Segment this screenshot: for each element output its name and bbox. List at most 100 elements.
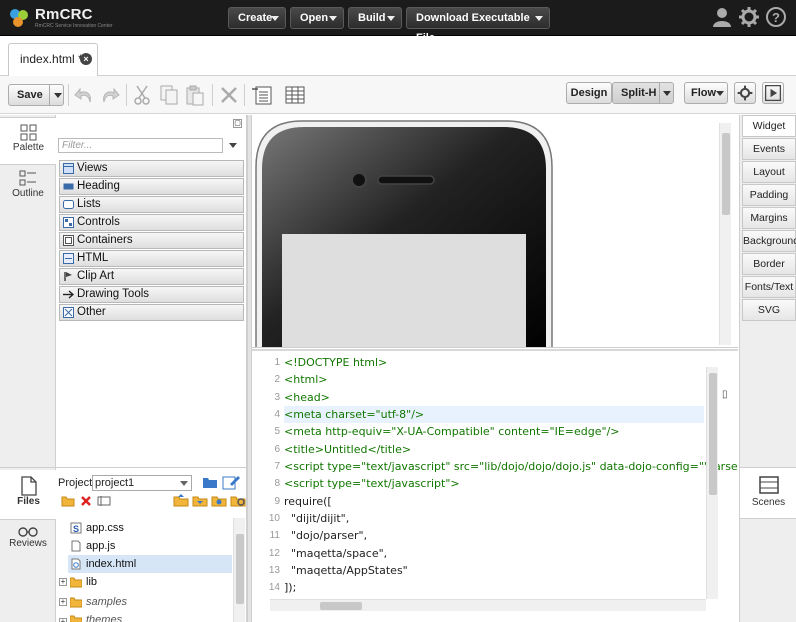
upload-icon[interactable] (173, 493, 189, 507)
tab-layout[interactable]: Layout (742, 161, 796, 183)
tab-svg[interactable]: SVG (742, 299, 796, 321)
tab-border[interactable]: Border (742, 253, 796, 275)
flow-layout-button[interactable]: Flow (684, 82, 728, 104)
user-icon[interactable] (711, 6, 733, 28)
download-executable-menu[interactable]: Download Executable File (406, 7, 550, 44)
preview-button[interactable] (762, 82, 784, 104)
palette-item-views[interactable]: Views (59, 160, 244, 177)
palette-item-other[interactable]: Other (59, 304, 244, 321)
tab-files[interactable]: Files (0, 470, 57, 520)
design-view-button[interactable]: Design (566, 82, 612, 104)
outline-icon (19, 170, 36, 186)
palette-item-heading[interactable]: Heading (59, 178, 244, 195)
scroll-thumb[interactable] (709, 373, 717, 495)
tab-index-html[interactable]: index.html * × (8, 43, 98, 77)
create-menu-label: Create (238, 12, 273, 24)
scroll-thumb[interactable] (722, 133, 730, 215)
paste-icon[interactable] (184, 84, 206, 106)
svg-text:?: ? (772, 10, 780, 25)
insert-list-icon[interactable] (251, 84, 273, 106)
source-editor[interactable]: 1 <!DOCTYPE html> 2 <html> 3 <head> 4 <m… (252, 349, 738, 622)
file-app-js[interactable]: app.js (68, 537, 228, 555)
tab-outline[interactable]: Outline (0, 169, 56, 213)
delete-icon[interactable] (218, 84, 240, 106)
import-icon[interactable] (211, 493, 227, 507)
cut-icon[interactable] (132, 84, 154, 106)
device-screen[interactable] (282, 234, 526, 347)
file-app-css[interactable]: S app.css (68, 519, 228, 537)
new-folder-icon[interactable] (61, 495, 75, 507)
save-button[interactable]: Save (8, 84, 64, 106)
folder-themes[interactable]: themes (68, 611, 228, 622)
palette-icon (20, 124, 36, 141)
project-select[interactable]: project1 (92, 475, 192, 491)
palette-item-clip-art[interactable]: Clip Art (59, 268, 244, 285)
tab-padding[interactable]: Padding (742, 184, 796, 206)
palette-item-controls[interactable]: Controls (59, 214, 244, 231)
tab-margins[interactable]: Margins (742, 207, 796, 229)
scroll-thumb[interactable] (320, 602, 362, 610)
redo-icon[interactable] (98, 84, 120, 106)
chevron-down-icon[interactable] (54, 93, 62, 98)
line-number: 9 (274, 496, 280, 507)
theme-settings-button[interactable] (734, 82, 756, 104)
delete-icon[interactable] (80, 495, 92, 507)
tab-events[interactable]: Events (742, 138, 796, 160)
project-label: Project: (58, 477, 96, 489)
scroll-thumb[interactable] (236, 534, 244, 604)
gear-icon[interactable] (738, 6, 760, 28)
folder-open-icon[interactable] (202, 475, 218, 489)
tab-palette-label: Palette (12, 142, 45, 153)
canvas-scrollbar[interactable] (719, 123, 731, 345)
rename-icon[interactable] (97, 495, 111, 507)
chevron-down-icon (716, 91, 724, 96)
code-vertical-scrollbar[interactable] (706, 367, 718, 599)
palette-item-drawing-tools[interactable]: Drawing Tools (59, 286, 244, 303)
toolbar-separator (212, 84, 213, 106)
code-text: "dijit/dijit", (284, 512, 350, 525)
heading-icon (63, 183, 74, 190)
design-canvas (252, 115, 738, 348)
palette-filter-input[interactable]: Filter... (58, 138, 223, 153)
palette-item-containers[interactable]: Containers (59, 232, 244, 249)
project-settings-icon[interactable] (230, 493, 246, 507)
code-line: "dijit/dijit", (284, 510, 704, 527)
panel-toggle-icon[interactable]: ▯ (722, 389, 728, 400)
tab-fonts-text[interactable]: Fonts/Text (742, 276, 796, 298)
download-icon[interactable] (192, 493, 208, 507)
tab-scenes[interactable]: Scenes (740, 467, 796, 519)
expand-icon[interactable]: + (59, 598, 67, 606)
code-line: <script type="text/javascript" src="lib/… (284, 458, 738, 475)
close-icon[interactable]: × (80, 53, 92, 65)
split-h-view-button[interactable]: Split-H (612, 82, 674, 104)
split-divider[interactable] (252, 349, 738, 351)
files-scrollbar[interactable] (233, 518, 245, 622)
build-menu[interactable]: Build (348, 7, 402, 29)
line-number: 8 (274, 478, 280, 489)
folder-icon (70, 615, 82, 622)
tab-background[interactable]: Background (742, 230, 796, 252)
maximize-icon[interactable]: ▢ (233, 119, 242, 128)
expand-icon[interactable]: + (59, 578, 67, 586)
containers-icon (63, 235, 74, 246)
file-index-html[interactable]: index.html (68, 555, 232, 573)
create-menu[interactable]: Create (228, 7, 286, 29)
undo-icon[interactable] (74, 84, 96, 106)
help-icon[interactable]: ? (765, 6, 787, 28)
chevron-down-icon[interactable] (663, 91, 671, 96)
code-horizontal-scrollbar[interactable] (270, 599, 706, 611)
chevron-down-icon[interactable] (229, 143, 237, 148)
copy-icon[interactable] (158, 84, 180, 106)
logo-subtitle: RmCRC Service Innovation Center (35, 23, 113, 29)
folder-samples[interactable]: samples (68, 593, 228, 611)
tab-palette[interactable]: Palette (0, 117, 57, 165)
tab-reviews[interactable]: Reviews (0, 524, 56, 568)
edit-project-icon[interactable] (222, 474, 242, 490)
folder-lib[interactable]: lib (68, 573, 228, 591)
palette-item-html[interactable]: HTML (59, 250, 244, 267)
table-icon[interactable] (284, 84, 306, 106)
tab-widget[interactable]: Widget (742, 115, 796, 137)
palette-item-lists[interactable]: Lists (59, 196, 244, 213)
open-menu[interactable]: Open (290, 7, 344, 29)
expand-icon[interactable]: + (59, 618, 67, 622)
